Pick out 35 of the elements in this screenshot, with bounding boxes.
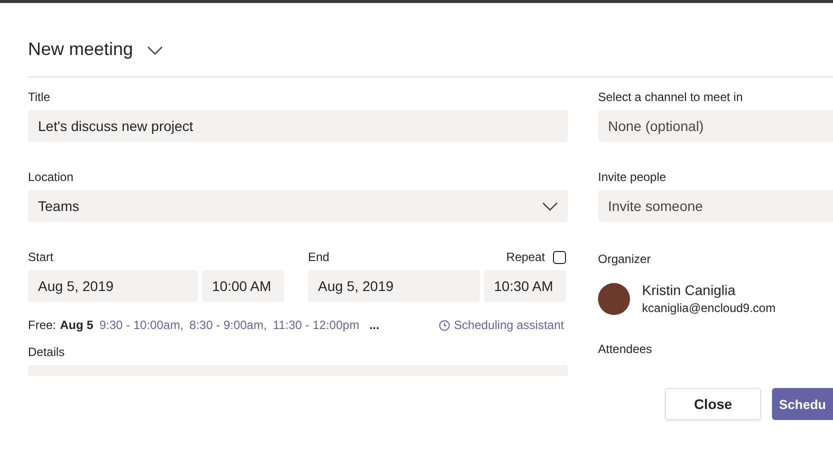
end-time-field[interactable]: 10:30 AM <box>484 270 566 302</box>
field-label: Attendees <box>598 342 654 356</box>
start-time-field[interactable]: 10:00 AM <box>202 270 284 302</box>
title-field[interactable]: Let's discuss new project <box>28 110 568 142</box>
close-button[interactable]: Close <box>665 388 761 420</box>
free-date: Aug 5 <box>60 318 94 332</box>
invite-field[interactable]: Invite someone <box>598 190 833 222</box>
repeat-checkbox[interactable] <box>553 250 566 264</box>
field-label: End <box>308 250 330 264</box>
start-date-field[interactable]: Aug 5, 2019 <box>28 270 198 302</box>
scheduling-assistant-link[interactable]: Scheduling assistant <box>454 318 564 332</box>
free-label: Free: <box>28 318 56 332</box>
schedule-button[interactable]: Schedu <box>772 388 833 420</box>
person-name: Kristin Caniglia <box>642 282 736 298</box>
field-label: Start <box>28 250 54 264</box>
field-label: Select a channel to meet in <box>598 90 744 104</box>
field-label: Details <box>28 345 66 359</box>
chevron-down-icon <box>542 202 558 210</box>
channel-field[interactable]: None (optional) <box>598 110 833 142</box>
field-label: Organizer <box>598 252 652 266</box>
time-slot-link[interactable]: 11:30 - 12:00pm <box>272 318 360 332</box>
field-label: Invite people <box>598 170 668 184</box>
field-label: Title <box>28 90 52 104</box>
time-slot-link[interactable]: 8:30 - 9:00am, <box>189 318 267 332</box>
time-slot-link[interactable]: 9:30 - 10:00am, <box>99 318 184 332</box>
repeat-label: Repeat <box>506 250 545 264</box>
chevron-down-icon[interactable] <box>147 46 164 55</box>
end-date-field[interactable]: Aug 5, 2019 <box>308 270 480 302</box>
location-dropdown[interactable]: Teams <box>28 190 568 222</box>
avatar <box>598 282 630 314</box>
dialog-title: New meeting <box>28 38 134 60</box>
field-label: Location <box>28 170 74 184</box>
more-slots[interactable]: ... <box>369 318 380 332</box>
person-email: kcaniglia@encloud9.com <box>642 301 776 315</box>
clock-icon <box>438 320 450 330</box>
